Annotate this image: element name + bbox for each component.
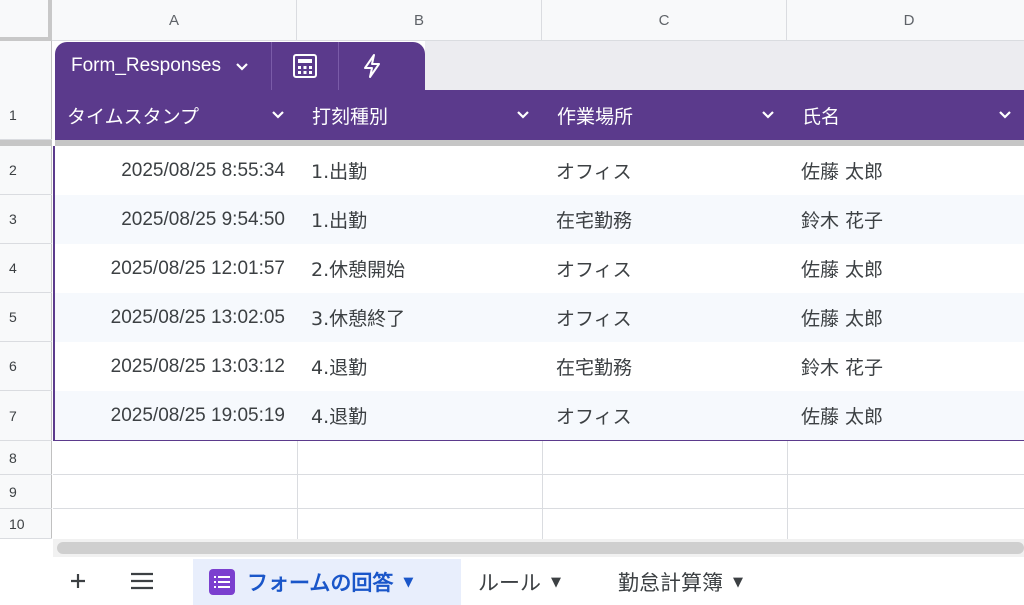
cell-timestamp[interactable]: 2025/08/25 13:02:05 — [55, 293, 299, 342]
cell-work-location[interactable]: 在宅勤務 — [544, 195, 789, 244]
empty-row[interactable] — [53, 509, 1024, 539]
table-tab-strip — [425, 41, 1024, 90]
table-header-timestamp[interactable]: タイムスタンプ — [55, 90, 297, 140]
cell-punch-type[interactable]: 3.休憩終了 — [299, 293, 544, 342]
table-menu-chevron-icon[interactable] — [235, 57, 249, 76]
sheet-tab-rules[interactable]: ルール ▼ — [462, 559, 592, 605]
cell-timestamp[interactable]: 2025/08/25 19:05:19 — [55, 391, 299, 440]
cell-name[interactable]: 佐藤 太郎 — [789, 293, 1024, 342]
add-sheet-button[interactable] — [58, 557, 98, 605]
sheet-tab-form-responses[interactable]: フォームの回答 ▼ — [193, 559, 461, 605]
cell-punch-type[interactable]: 1.出勤 — [299, 195, 544, 244]
table-row: 2025/08/25 19:05:19 4.退勤 オフィス 佐藤 太郎 — [55, 391, 1024, 440]
cell-name[interactable]: 佐藤 太郎 — [789, 391, 1024, 440]
table-header-label: 打刻種別 — [312, 105, 389, 128]
calculator-button[interactable] — [272, 42, 338, 90]
table-header-label: 作業場所 — [557, 105, 634, 128]
horizontal-scrollbar[interactable] — [53, 539, 1024, 557]
row-header-6[interactable]: 6 — [0, 342, 52, 391]
row-header-10[interactable]: 10 — [0, 509, 52, 539]
empty-row[interactable] — [53, 475, 1024, 509]
cell-punch-type[interactable]: 1.出勤 — [299, 146, 544, 195]
table-header-punch-type[interactable]: 打刻種別 — [300, 90, 542, 140]
row-header-4[interactable]: 4 — [0, 244, 52, 293]
caret-down-icon[interactable]: ▼ — [733, 575, 743, 590]
row-header-9[interactable]: 9 — [0, 475, 52, 509]
cell-work-location[interactable]: オフィス — [544, 391, 789, 440]
row-header-7[interactable]: 7 — [0, 391, 52, 441]
cell-work-location[interactable]: 在宅勤務 — [544, 342, 789, 391]
cell-timestamp[interactable]: 2025/08/25 9:54:50 — [55, 195, 299, 244]
chevron-down-icon — [517, 111, 529, 119]
cell-punch-type[interactable]: 4.退勤 — [299, 391, 544, 440]
row-header-1[interactable]: 1 — [0, 90, 52, 140]
table-row: 2025/08/25 9:54:50 1.出勤 在宅勤務 鈴木 花子 — [55, 195, 1024, 244]
select-all-corner[interactable] — [0, 0, 52, 41]
sheet-tab-label: 勤怠計算簿 — [618, 571, 723, 595]
cell-work-location[interactable]: オフィス — [544, 293, 789, 342]
form-icon — [209, 569, 235, 595]
lightning-icon — [363, 54, 380, 78]
table-row: 2025/08/25 13:03:12 4.退勤 在宅勤務 鈴木 花子 — [55, 342, 1024, 391]
sheet-tab-attendance[interactable]: 勤怠計算簿 ▼ — [600, 559, 780, 605]
table-tab: Form_Responses — [55, 42, 425, 90]
cell-name[interactable]: 佐藤 太郎 — [789, 244, 1024, 293]
cell-name[interactable]: 佐藤 太郎 — [789, 146, 1024, 195]
sheet-tab-bar: フォームの回答 ▼ ルール ▼ 勤怠計算簿 ▼ — [0, 557, 1024, 605]
table-body: 2025/08/25 8:55:34 1.出勤 オフィス 佐藤 太郎 2025/… — [53, 146, 1024, 441]
row-header-5[interactable]: 5 — [0, 293, 52, 342]
table-header-label: タイムスタンプ — [67, 105, 200, 128]
all-sheets-button[interactable] — [120, 557, 164, 605]
table-row: 2025/08/25 8:55:34 1.出勤 オフィス 佐藤 太郎 — [55, 146, 1024, 195]
caret-down-icon[interactable]: ▼ — [403, 575, 413, 590]
menu-icon — [131, 572, 153, 590]
row-header-column: 1 2 3 4 5 6 7 8 9 10 — [0, 41, 52, 539]
column-header-c[interactable]: C — [542, 0, 787, 41]
table-row: 2025/08/25 12:01:57 2.休憩開始 オフィス 佐藤 太郎 — [55, 244, 1024, 293]
plus-icon — [71, 574, 85, 588]
cell-work-location[interactable]: オフィス — [544, 244, 789, 293]
cell-name[interactable]: 鈴木 花子 — [789, 195, 1024, 244]
table-header-name[interactable]: 氏名 — [790, 90, 1024, 140]
cell-timestamp[interactable]: 2025/08/25 8:55:34 — [55, 146, 299, 195]
cell-timestamp[interactable]: 2025/08/25 13:03:12 — [55, 342, 299, 391]
grid-line — [297, 441, 298, 539]
cell-work-location[interactable]: オフィス — [544, 146, 789, 195]
row-header-2[interactable]: 2 — [0, 146, 52, 195]
calculator-icon — [292, 54, 317, 78]
table-header-work-location[interactable]: 作業場所 — [545, 90, 787, 140]
cell-punch-type[interactable]: 2.休憩開始 — [299, 244, 544, 293]
scrollbar-thumb[interactable] — [57, 542, 1024, 554]
column-header-d[interactable]: D — [787, 0, 1024, 41]
table-row: 2025/08/25 13:02:05 3.休憩終了 オフィス 佐藤 太郎 — [55, 293, 1024, 342]
cell-name[interactable]: 鈴木 花子 — [789, 342, 1024, 391]
table-name[interactable]: Form_Responses — [55, 55, 221, 77]
chevron-down-icon — [762, 111, 774, 119]
row-header-3[interactable]: 3 — [0, 195, 52, 244]
sheet-tab-label: フォームの回答 — [247, 571, 394, 595]
table-header-label: 氏名 — [802, 105, 841, 128]
sheet-tab-label: ルール — [478, 571, 541, 595]
column-header-a[interactable]: A — [52, 0, 297, 41]
cell-punch-type[interactable]: 4.退勤 — [299, 342, 544, 391]
grid-line — [542, 441, 543, 539]
grid-line — [787, 441, 788, 539]
table-header-row: タイムスタンプ 打刻種別 作業場所 氏名 — [55, 90, 1024, 140]
empty-row[interactable] — [53, 441, 1024, 475]
caret-down-icon[interactable]: ▼ — [551, 575, 561, 590]
chevron-down-icon — [999, 111, 1011, 119]
column-header-b[interactable]: B — [297, 0, 542, 41]
chevron-down-icon — [272, 111, 284, 119]
cell-timestamp[interactable]: 2025/08/25 12:01:57 — [55, 244, 299, 293]
row-header-8[interactable]: 8 — [0, 441, 52, 475]
automation-button[interactable] — [339, 42, 405, 90]
column-header-row: A B C D — [0, 0, 1024, 41]
